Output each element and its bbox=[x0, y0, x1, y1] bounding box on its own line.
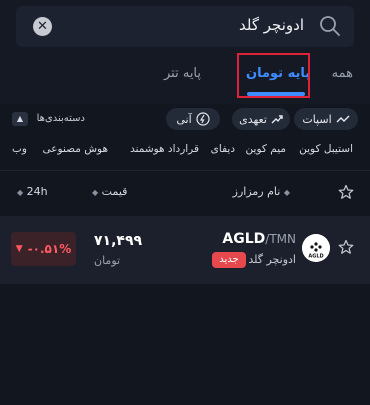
filter-futures[interactable]: تعهدی bbox=[232, 108, 290, 130]
coin-symbol-text: AGLD bbox=[222, 231, 266, 247]
change-value: -۰.۵۱% bbox=[27, 242, 72, 256]
col-change-header[interactable]: ◆ 24h bbox=[17, 185, 48, 198]
category-stablecoin[interactable]: استیبل کوین bbox=[299, 143, 353, 155]
tab-tether[interactable]: پایه تتر bbox=[164, 66, 201, 81]
market-type-filters: اسپات تعهدی آنی دسته‌بندی‌ها ▲ bbox=[0, 108, 370, 132]
coin-name: ادونچر گلد bbox=[248, 253, 296, 266]
category-list: استیبل کوین میم کوین دیفای قرارداد هوشمن… bbox=[0, 143, 370, 161]
category-ai[interactable]: هوش مصنوعی bbox=[43, 143, 108, 155]
tab-all[interactable]: همه bbox=[332, 66, 353, 81]
star-icon[interactable] bbox=[338, 184, 354, 200]
chart-arrow-icon bbox=[271, 115, 283, 124]
category-memecoin[interactable]: میم کوین bbox=[246, 143, 286, 155]
header-area: ✕ ادونچر گلد همه پایه تومان پایه تتر bbox=[0, 0, 370, 104]
sort-icon: ◆ bbox=[92, 188, 99, 197]
filter-spot-label: اسپات bbox=[302, 112, 332, 126]
clear-search-icon[interactable]: ✕ bbox=[33, 17, 52, 36]
change-badge: ▼ -۰.۵۱% bbox=[11, 232, 76, 266]
table-row[interactable]: AGLD AGLD/TMN ادونچر گلد جدید ۷۱,۴۹۹ توم… bbox=[0, 216, 370, 284]
filter-futures-label: تعهدی bbox=[239, 112, 267, 126]
star-icon[interactable] bbox=[338, 239, 354, 255]
trend-icon bbox=[336, 115, 350, 123]
col-name-header[interactable]: نام رمزارز ◆ bbox=[233, 185, 290, 198]
coin-price: ۷۱,۴۹۹ bbox=[94, 233, 143, 249]
coin-symbol: AGLD/TMN bbox=[222, 231, 296, 247]
price-unit: تومان bbox=[94, 254, 121, 267]
table-header: نام رمزارز ◆ ◆ قیمت ◆ 24h bbox=[0, 182, 370, 204]
col-name-label: نام رمزارز bbox=[232, 185, 281, 198]
filter-instant-label: آنی bbox=[176, 112, 192, 126]
category-smart-contract[interactable]: قرارداد هوشمند bbox=[130, 143, 199, 155]
active-tab-indicator bbox=[247, 92, 305, 96]
tab-toman[interactable]: پایه تومان bbox=[246, 66, 310, 81]
sort-icon: ◆ bbox=[17, 188, 24, 197]
col-change-label: 24h bbox=[26, 185, 48, 198]
col-price-header[interactable]: ◆ قیمت bbox=[92, 185, 127, 198]
category-web[interactable]: وب bbox=[12, 143, 27, 155]
bolt-icon bbox=[196, 112, 210, 126]
col-price-label: قیمت bbox=[101, 185, 128, 198]
sort-icon: ◆ bbox=[283, 188, 290, 197]
coin-logo: AGLD bbox=[302, 234, 330, 262]
search-input[interactable]: ادونچر گلد bbox=[239, 16, 304, 34]
quote-currency: /TMN bbox=[265, 232, 296, 246]
new-badge: جدید bbox=[212, 252, 246, 268]
filter-instant[interactable]: آنی bbox=[166, 108, 220, 130]
categories-label: دسته‌بندی‌ها bbox=[36, 113, 85, 124]
market-tabs: همه پایه تومان پایه تتر bbox=[0, 58, 370, 104]
collapse-arrow-icon[interactable]: ▲ bbox=[12, 112, 28, 126]
search-icon bbox=[320, 16, 340, 36]
category-defi[interactable]: دیفای bbox=[211, 143, 235, 155]
down-arrow-icon: ▼ bbox=[15, 244, 23, 254]
divider bbox=[0, 170, 370, 171]
search-bar[interactable]: ✕ ادونچر گلد bbox=[16, 6, 354, 47]
filter-spot[interactable]: اسپات bbox=[294, 108, 358, 130]
coin-logo-text: AGLD bbox=[308, 254, 323, 260]
